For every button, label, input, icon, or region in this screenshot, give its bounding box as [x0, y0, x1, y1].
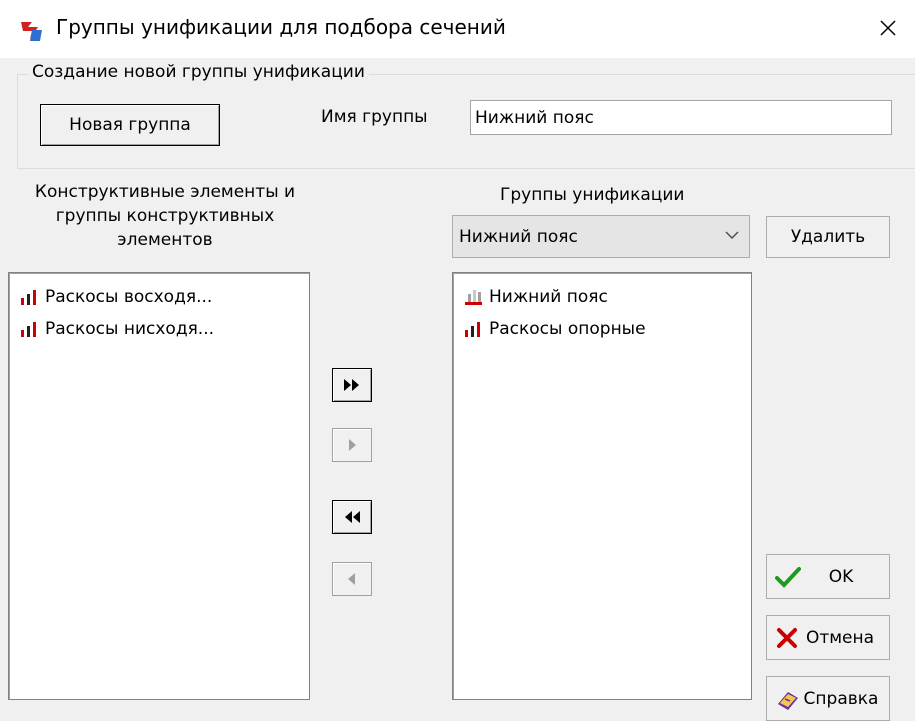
cancel-x-icon [777, 627, 797, 648]
new-group-button[interactable]: Новая группа [40, 104, 220, 146]
group-name-input[interactable] [470, 100, 892, 135]
move-left-icon [348, 573, 355, 585]
app-logo-icon [18, 17, 44, 43]
move-all-left-button[interactable] [332, 500, 372, 534]
ok-button[interactable]: OK [766, 554, 890, 599]
move-left-button[interactable] [332, 562, 372, 596]
cancel-label: Отмена [805, 627, 875, 648]
groups-list[interactable]: Нижний пояс Раскосы опорные [452, 272, 752, 700]
group-select-value: Нижний пояс [459, 226, 578, 247]
element-bars-icon [21, 290, 36, 305]
elements-heading: Конструктивные элементы и группы констру… [0, 180, 330, 252]
create-group-legend: Создание новой группы унификации [28, 62, 369, 82]
list-item-label: Раскосы опорные [489, 319, 646, 339]
checkmark-icon [775, 566, 801, 588]
list-item[interactable]: Нижний пояс [453, 281, 751, 313]
list-item[interactable]: Раскосы опорные [453, 313, 751, 345]
help-book-icon [778, 691, 798, 710]
chevron-down-icon [725, 231, 739, 240]
list-item-label: Раскосы нисходя... [45, 319, 215, 339]
element-bars-icon [465, 322, 480, 337]
group-select[interactable]: Нижний пояс [452, 215, 750, 258]
group-name-label: Имя группы [321, 107, 428, 127]
cancel-button[interactable]: Отмена [766, 615, 890, 660]
move-all-right-icon [344, 379, 359, 391]
help-button[interactable]: Справка [766, 676, 890, 721]
elements-heading-line3: элементов [117, 230, 213, 250]
move-right-button[interactable] [332, 428, 372, 462]
elements-heading-line2: группы конструктивных [55, 206, 275, 226]
list-item[interactable]: Раскосы нисходя... [9, 313, 309, 345]
move-right-icon [349, 439, 356, 451]
close-button[interactable] [868, 8, 908, 48]
elements-heading-line1: Конструктивные элементы и [34, 182, 296, 202]
list-item-label: Раскосы восходя... [45, 287, 213, 307]
list-item-label: Нижний пояс [489, 287, 608, 307]
group-ruler-icon [465, 290, 482, 305]
list-item[interactable]: Раскосы восходя... [9, 281, 309, 313]
elements-list[interactable]: Раскосы восходя... Раскосы нисходя... [8, 272, 310, 700]
close-icon [880, 20, 896, 36]
move-all-left-icon [345, 511, 360, 523]
groups-heading: Группы унификации [500, 185, 685, 205]
element-bars-icon [21, 322, 36, 337]
help-label: Справка [803, 688, 879, 709]
window-title: Группы унификации для подбора сечений [56, 15, 506, 39]
ok-label: OK [828, 566, 854, 587]
move-all-right-button[interactable] [332, 368, 372, 402]
delete-button[interactable]: Удалить [766, 216, 890, 258]
